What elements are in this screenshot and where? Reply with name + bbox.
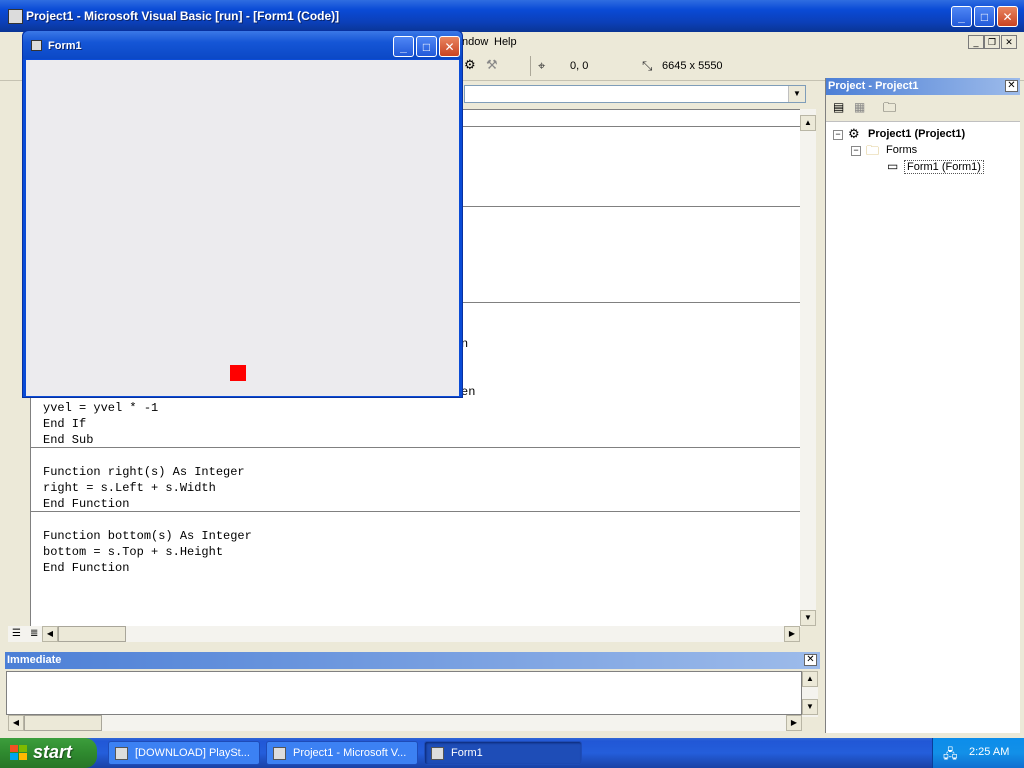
close-icon[interactable]: ✕ (997, 6, 1018, 27)
scroll-down-icon[interactable]: ▼ (800, 610, 816, 626)
vb-title-bar[interactable]: Project1 - Microsoft Visual Basic [run] … (0, 0, 1024, 32)
app-icon (115, 747, 128, 760)
vb-window-title: Project1 - Microsoft Visual Basic [run] … (26, 9, 340, 23)
app-icon (273, 747, 286, 760)
position-icon: ⌖ (538, 58, 546, 73)
immediate-title: Immediate (7, 654, 62, 666)
maximize-icon[interactable]: □ (974, 6, 995, 27)
taskbar-item-form1[interactable]: Form1 (424, 741, 582, 765)
windows-flag-icon (10, 745, 28, 761)
scroll-left-icon[interactable]: ◀ (8, 715, 24, 731)
form-icon (431, 747, 444, 760)
project-explorer: Project - Project1 ✕ ▤ ▦ 🗀 − ⚙ Project1 … (825, 78, 1020, 733)
project-explorer-toolbar: ▤ ▦ 🗀 (826, 95, 1020, 122)
code-line: Function bottom(s) As Integer (43, 529, 252, 543)
code-line: End If (43, 417, 87, 431)
minimize-icon[interactable]: _ (393, 36, 414, 57)
size-readout: 6645 x 5550 (662, 60, 723, 72)
procedure-view-icon[interactable]: ☰ (12, 628, 21, 639)
minimize-icon[interactable]: _ (951, 6, 972, 27)
immediate-vertical-scrollbar[interactable]: ▲ ▼ (802, 671, 818, 717)
code-line: Function right(s) As Integer (43, 465, 245, 479)
size-icon: ⤡ (642, 58, 653, 73)
tree-item-form1[interactable]: Form1 (Form1) (904, 160, 984, 174)
procedure-combo[interactable]: ▼ (464, 85, 806, 103)
mdi-restore-icon[interactable]: ❐ (984, 35, 1000, 49)
full-module-view-icon[interactable]: ≣ (30, 628, 38, 639)
scroll-up-icon[interactable]: ▲ (802, 671, 818, 687)
scroll-thumb[interactable] (24, 715, 102, 731)
scroll-down-icon[interactable]: ▼ (802, 699, 818, 715)
code-line: End Function (43, 561, 130, 575)
menu-item-window[interactable]: ndow (462, 36, 488, 48)
code-line: bottom = s.Top + s.Height (43, 545, 224, 559)
collapse-icon[interactable]: − (833, 130, 843, 140)
toolbar-toolbox-icon[interactable]: ⚙ (464, 57, 482, 73)
scroll-right-icon[interactable]: ▶ (784, 626, 800, 642)
form1-title: Form1 (48, 40, 82, 52)
taskbar-item-label: Project1 - Microsoft V... (293, 747, 407, 759)
maximize-icon[interactable]: □ (416, 36, 437, 57)
taskbar: start [DOWNLOAD] PlaySt... Project1 - Mi… (0, 738, 1024, 768)
project-icon: ⚙ (848, 126, 860, 141)
view-code-icon[interactable]: ▤ (833, 100, 844, 114)
form1-client-area[interactable] (26, 60, 459, 396)
red-square-shape (230, 365, 246, 381)
folder-icon: 🗀 (866, 143, 880, 158)
mdi-minimize-icon[interactable]: _ (968, 35, 984, 49)
scroll-left-icon[interactable]: ◀ (42, 626, 58, 642)
tree-folder-forms[interactable]: Forms (886, 144, 917, 156)
close-icon[interactable]: ✕ (1005, 80, 1018, 92)
mdi-close-icon[interactable]: ✕ (1001, 35, 1017, 49)
start-button[interactable]: start (0, 738, 97, 768)
system-tray: 🖧 2:25 AM (932, 738, 1024, 768)
form1-window: Form1 _ □ ✕ (22, 30, 463, 398)
tree-project-root[interactable]: Project1 (Project1) (868, 128, 965, 140)
code-line: End Function (43, 497, 130, 511)
code-horizontal-scrollbar[interactable]: ☰ ≣ ◀ ▶ (8, 626, 800, 642)
vb-app-icon[interactable] (8, 9, 23, 24)
code-vertical-scrollbar[interactable]: ▲ ▼ (800, 109, 816, 626)
immediate-horizontal-scrollbar[interactable]: ◀ ▶ (8, 715, 802, 731)
code-line: yvel = yvel * -1 (43, 401, 159, 415)
close-icon[interactable]: ✕ (804, 654, 817, 666)
network-icon[interactable]: 🖧 (943, 745, 958, 767)
immediate-title-bar[interactable]: Immediate ✕ (5, 652, 820, 669)
toolbar-tools-icon[interactable]: ⚒ (486, 57, 504, 73)
taskbar-item-label: Form1 (451, 747, 483, 759)
immediate-input[interactable] (6, 671, 802, 715)
position-readout: 0, 0 (570, 60, 589, 72)
clock[interactable]: 2:25 AM (969, 746, 1009, 758)
menu-item-help[interactable]: Help (494, 36, 517, 48)
project-explorer-title: Project - Project1 (828, 80, 919, 92)
view-object-icon[interactable]: ▦ (854, 100, 865, 114)
project-explorer-title-bar[interactable]: Project - Project1 ✕ (826, 78, 1020, 95)
collapse-icon[interactable]: − (851, 146, 861, 156)
code-line: End Sub (43, 433, 94, 447)
scroll-up-icon[interactable]: ▲ (800, 115, 816, 131)
chevron-down-icon[interactable]: ▼ (788, 86, 805, 102)
taskbar-item-label: [DOWNLOAD] PlaySt... (135, 747, 250, 759)
taskbar-item-vb[interactable]: Project1 - Microsoft V... (266, 741, 418, 765)
form1-title-bar[interactable]: Form1 _ □ ✕ (23, 31, 462, 59)
close-icon[interactable]: ✕ (439, 36, 460, 57)
code-line: en (461, 385, 476, 399)
form-icon[interactable] (31, 40, 42, 51)
scroll-right-icon[interactable]: ▶ (786, 715, 802, 731)
toggle-folders-icon[interactable]: 🗀 (883, 99, 896, 121)
form-icon: ▭ (887, 159, 899, 173)
start-label: start (33, 742, 73, 762)
scroll-thumb[interactable] (58, 626, 126, 642)
code-line: right = s.Left + s.Width (43, 481, 216, 495)
taskbar-item-download[interactable]: [DOWNLOAD] PlaySt... (108, 741, 260, 765)
